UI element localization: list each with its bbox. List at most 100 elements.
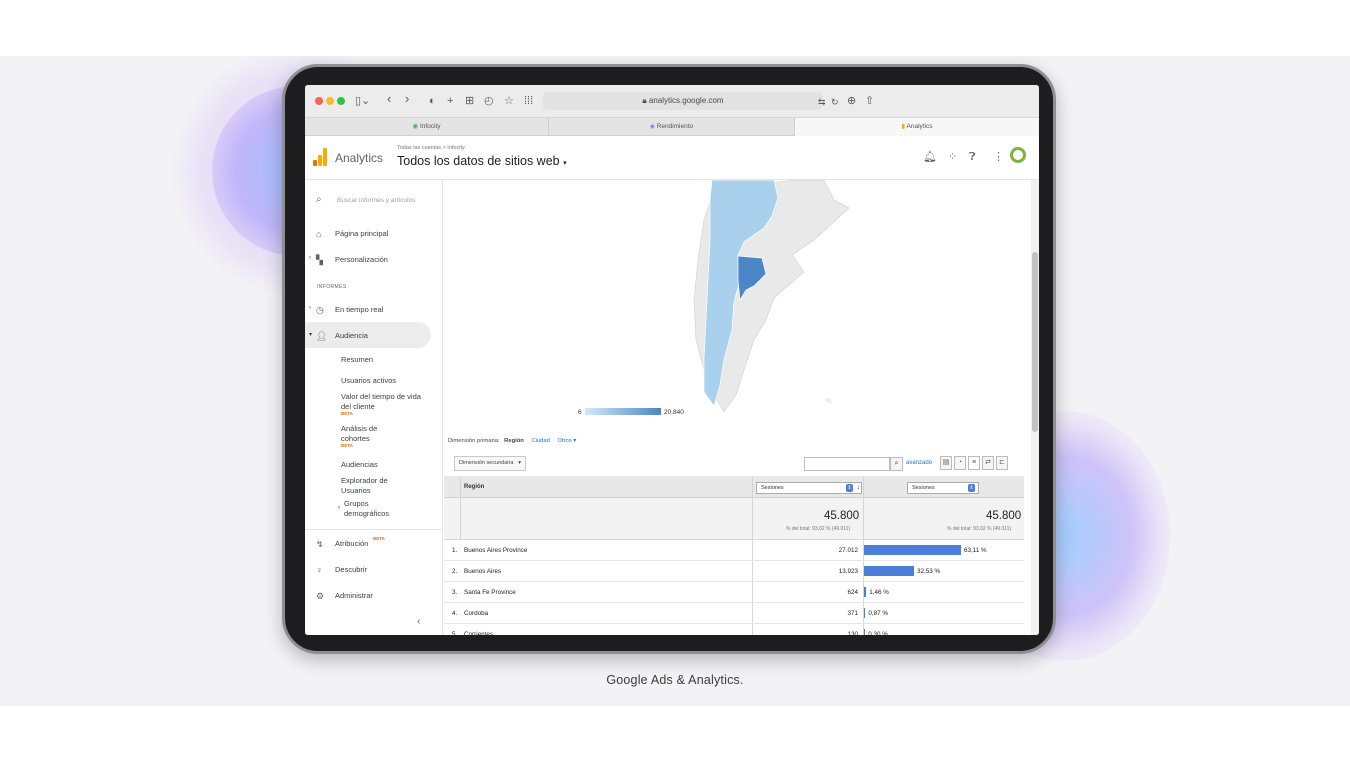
- sidebar-item-admin[interactable]: ⚙ Administrar: [305, 591, 443, 605]
- privacy-shield-icon[interactable]: ◐: [429, 93, 436, 109]
- row-region-link[interactable]: Santa Fe Province: [464, 589, 516, 596]
- tab-infocity[interactable]: ◉ Infocity: [305, 118, 549, 136]
- row-index: 1.: [452, 547, 458, 554]
- column-header-region[interactable]: Región: [464, 484, 484, 490]
- view-pie-icon[interactable]: ◔: [954, 456, 966, 470]
- row-region-link[interactable]: Corrientes: [464, 631, 493, 635]
- download-icon[interactable]: ⊕: [847, 93, 856, 109]
- view-comparison-icon[interactable]: ⇄: [982, 456, 994, 470]
- url-text: analytics.google.com: [648, 96, 724, 105]
- dimension-region[interactable]: Región: [504, 438, 524, 444]
- scrollbar[interactable]: [1031, 180, 1039, 635]
- help-icon[interactable]: ❓︎: [969, 150, 976, 164]
- address-bar[interactable]: 🔒︎ analytics.google.com: [543, 92, 823, 110]
- sidebar-item-audience[interactable]: ▾ 👤︎ Audiencia: [305, 331, 443, 345]
- search-icon: ⌕: [316, 194, 322, 205]
- geo-map-argentina[interactable]: [674, 180, 874, 425]
- tab-label: Infocity: [419, 123, 441, 130]
- sidebar-item-attribution[interactable]: ↯ Atribución BETA: [305, 536, 443, 553]
- property-name: Todos los datos de sitios web: [397, 154, 560, 168]
- view-performance-icon[interactable]: ≡: [968, 456, 980, 470]
- sidebar-toggle-icon[interactable]: ▯⌄: [355, 93, 370, 109]
- table-row[interactable]: 3. Santa Fe Province 624 1,46 %: [444, 582, 1024, 603]
- table-header: Región Sesiones ⇕ ↓ Sesiones ⇕: [444, 476, 1024, 498]
- sidebar-subitem-cohorts[interactable]: Análisis de cohortes BETA: [341, 424, 391, 448]
- row-region-link[interactable]: Buenos Aires Province: [464, 547, 527, 554]
- scrollbar-thumb[interactable]: [1032, 252, 1038, 432]
- dimension-otros-link[interactable]: Otros ▾: [557, 438, 576, 444]
- tab-overview-icon[interactable]: ⊞: [465, 93, 474, 109]
- analytics-logo-icon: [313, 148, 327, 166]
- advanced-filter-link[interactable]: avanzado: [906, 460, 932, 466]
- table-row[interactable]: 4. Cordoba 371 0,87 %: [444, 603, 1024, 624]
- report-content: 6 20.840 Dimensión primaria: Región Ciud…: [444, 180, 1039, 635]
- table-search-input[interactable]: [804, 457, 890, 471]
- sidebar: ⌕ Buscar informes y artículos ⌂ Página p…: [305, 180, 443, 635]
- sidebar-subitem-active-users[interactable]: Usuarios activos: [341, 376, 421, 386]
- close-window-icon[interactable]: [315, 97, 323, 105]
- minimize-window-icon[interactable]: [326, 97, 334, 105]
- sidebar-item-discover[interactable]: ♀ Descubrir: [305, 565, 443, 579]
- breadcrumb[interactable]: Todas las cuentas > Infocity: [397, 145, 465, 151]
- sidebar-search-input[interactable]: Buscar informes y artículos: [337, 197, 415, 204]
- more-vert-icon[interactable]: ⋮: [993, 150, 1004, 164]
- avatar[interactable]: [1010, 147, 1026, 163]
- expand-arrow-icon: ›: [338, 505, 340, 511]
- property-selector[interactable]: Todos los datos de sitios web ▾: [397, 154, 567, 168]
- new-tab-icon[interactable]: +: [447, 93, 453, 109]
- back-icon[interactable]: ‹: [387, 91, 391, 107]
- sidebar-subitem-user-explorer[interactable]: Explorador de Usuarios: [341, 476, 401, 495]
- section-heading-reports: INFORMES: [317, 284, 347, 290]
- row-region-link[interactable]: Buenos Aires: [464, 568, 501, 575]
- table-divider: [460, 476, 461, 540]
- bell-icon[interactable]: 🔔︎: [923, 150, 937, 164]
- table-row[interactable]: 1. Buenos Aires Province 27.012 63,11 %: [444, 540, 1024, 561]
- table-totals-row: 45.800 % del total: 93,02 % (49.011) 45.…: [444, 498, 1024, 540]
- tab-rendimiento[interactable]: ◈ Rendimiento: [549, 118, 795, 136]
- view-table-icon[interactable]: ▤: [940, 456, 952, 470]
- row-percentage: 0,30 %: [868, 631, 888, 635]
- bookmark-star-icon[interactable]: ☆: [504, 93, 514, 109]
- total-sessions-left: 45.800: [824, 510, 860, 522]
- tablet-screen: ▯⌄ ‹ › ◐ + ⊞ ◴ ☆ ⁞⁞⁞ 🔒︎ analytics.google…: [305, 85, 1039, 635]
- row-share-bar: [864, 608, 866, 618]
- home-icon: ⌂: [316, 229, 322, 239]
- table-search-button[interactable]: ⌕: [890, 457, 903, 471]
- primary-dimension-row: Dimensión primaria: Región Ciudad Otros …: [448, 438, 577, 444]
- analytics-icon: ▮: [901, 123, 906, 130]
- clock-icon: ◷: [316, 305, 324, 315]
- row-sessions: 371: [847, 610, 858, 617]
- sidebar-item-customization[interactable]: › ▚ Personalización: [305, 255, 443, 269]
- person-icon: 👤︎: [316, 331, 328, 341]
- sidebar-item-home[interactable]: ⌂ Página principal: [305, 229, 443, 243]
- view-pivot-icon[interactable]: ⊏: [996, 456, 1008, 470]
- row-share-bar: [864, 566, 914, 576]
- row-region-link[interactable]: Cordoba: [464, 610, 488, 617]
- zoom-window-icon[interactable]: [337, 97, 345, 105]
- apps-grid-icon[interactable]: ⁞⁞⁞: [524, 93, 533, 109]
- metric-select-right[interactable]: Sesiones ⇕: [907, 482, 979, 494]
- total-sub-right: % del total: 93,02 % (49.011): [947, 526, 1012, 532]
- sidebar-item-realtime[interactable]: › ◷ En tiempo real: [305, 305, 443, 319]
- sort-desc-icon[interactable]: ↓: [857, 483, 861, 493]
- share-icon[interactable]: ⇧: [865, 93, 874, 109]
- sidebar-subitem-ltv[interactable]: Valor del tiempo de vida del cliente BET…: [341, 392, 421, 416]
- forward-icon[interactable]: ›: [405, 91, 409, 107]
- tab-analytics[interactable]: ▮ Analytics: [795, 118, 1039, 136]
- sidebar-subitem-audiences[interactable]: Audiencias: [341, 460, 421, 470]
- sidebar-subitem-demographics[interactable]: › Grupos demográficos: [338, 499, 404, 518]
- reload-icon[interactable]: ↻: [831, 94, 839, 110]
- secondary-dimension-select[interactable]: Dimensión secundaria ▾: [454, 456, 526, 471]
- metric-select-left[interactable]: Sesiones ⇕ ↓: [756, 482, 862, 494]
- table-row[interactable]: 5. Corrientes 130 0,30 %: [444, 624, 1024, 635]
- history-icon[interactable]: ◴: [484, 93, 494, 109]
- table-row[interactable]: 2. Buenos Aires 13.923 32,53 %: [444, 561, 1024, 582]
- tablet-device-frame: ▯⌄ ‹ › ◐ + ⊞ ◴ ☆ ⁞⁞⁞ 🔒︎ analytics.google…: [282, 64, 1056, 654]
- map-legend-min: 6: [578, 409, 582, 416]
- row-index: 2.: [452, 568, 458, 575]
- dimension-ciudad-link[interactable]: Ciudad: [531, 438, 549, 444]
- sidebar-subitem-summary[interactable]: Resumen: [341, 355, 421, 365]
- translate-icon[interactable]: ⇆: [818, 94, 826, 110]
- collapse-sidebar-icon[interactable]: ‹: [417, 616, 420, 627]
- apps-icon[interactable]: ⁘: [948, 150, 957, 164]
